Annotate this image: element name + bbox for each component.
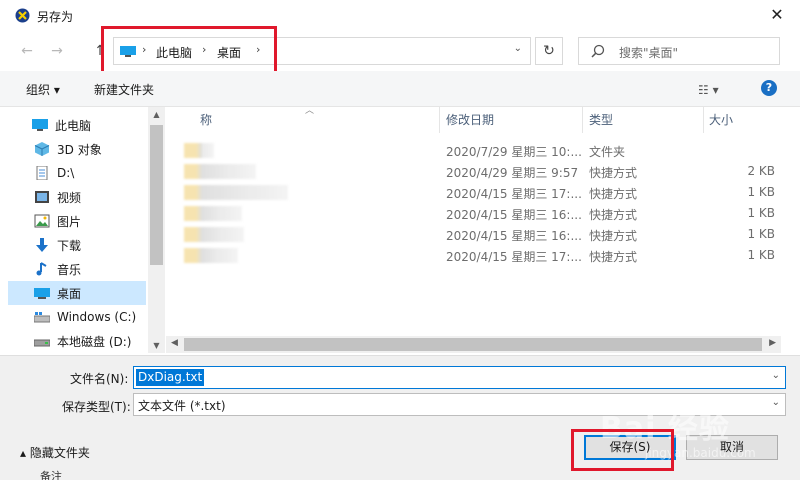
drive-icon bbox=[34, 339, 50, 347]
horizontal-scrollbar[interactable]: ◀ ▶ bbox=[166, 336, 781, 353]
back-button[interactable]: ← bbox=[17, 41, 37, 61]
file-row[interactable]: 2020/7/29 星期三 10:... 文件夹 bbox=[166, 140, 781, 161]
download-icon bbox=[36, 238, 48, 252]
column-divider[interactable] bbox=[439, 107, 440, 133]
file-row[interactable]: 2020/4/15 星期三 17:... 快捷方式 1 KB bbox=[166, 182, 781, 203]
footer-label: 备注 bbox=[40, 470, 62, 480]
scrollbar-thumb[interactable] bbox=[184, 338, 762, 351]
chevron-up-icon: ▴ bbox=[20, 446, 27, 460]
column-header-name[interactable]: 称 bbox=[200, 111, 212, 128]
sort-ascending-icon: ︿ bbox=[305, 106, 315, 116]
view-options-icon[interactable]: ☷ ▾ bbox=[698, 83, 719, 97]
file-list-scrollbar[interactable] bbox=[781, 107, 800, 337]
chevron-down-icon[interactable]: ⌄ bbox=[772, 370, 780, 381]
help-icon[interactable]: ? bbox=[761, 80, 777, 96]
column-divider[interactable] bbox=[703, 107, 704, 133]
search-input[interactable]: 搜索"桌面" bbox=[578, 37, 780, 65]
sidebar-item-3d-objects[interactable]: 3D 对象 bbox=[8, 137, 146, 161]
search-icon bbox=[591, 44, 605, 58]
scroll-up-icon[interactable]: ▲ bbox=[148, 110, 165, 119]
sidebar-item-d-drive[interactable]: D:\ bbox=[8, 161, 146, 185]
sidebar-item-this-pc[interactable]: 此电脑 bbox=[8, 113, 146, 137]
search-placeholder: 搜索"桌面" bbox=[619, 46, 679, 60]
column-divider[interactable] bbox=[582, 107, 583, 133]
sidebar-item-videos[interactable]: 视频 bbox=[8, 185, 146, 209]
hide-folders-toggle[interactable]: ▴ 隐藏文件夹 bbox=[20, 444, 90, 461]
file-row[interactable]: 2020/4/15 星期三 17:... 快捷方式 1 KB bbox=[166, 245, 781, 266]
file-row[interactable]: 2020/4/15 星期三 16:... 快捷方式 1 KB bbox=[166, 224, 781, 245]
navigation-pane: 此电脑 3D 对象 D:\ 视频 图片 下载 音乐 桌面 Windows (C:… bbox=[8, 107, 150, 353]
drive-icon bbox=[34, 312, 50, 323]
scrollbar-thumb[interactable] bbox=[150, 125, 163, 265]
new-folder-button[interactable]: 新建文件夹 bbox=[94, 81, 154, 98]
blurred-file-name bbox=[184, 185, 288, 200]
annotation-highlight-box bbox=[101, 26, 277, 74]
sidebar-item-c-drive[interactable]: Windows (C:) bbox=[8, 305, 146, 329]
organize-menu[interactable]: 组织 ▾ bbox=[26, 81, 60, 98]
toolbar: 组织 ▾ 新建文件夹 ☷ ▾ ? bbox=[0, 71, 800, 107]
sidebar-item-music[interactable]: 音乐 bbox=[8, 257, 146, 281]
file-row[interactable]: 2020/4/15 星期三 16:... 快捷方式 1 KB bbox=[166, 203, 781, 224]
music-icon bbox=[36, 262, 47, 276]
column-header-modified[interactable]: 修改日期 bbox=[446, 111, 494, 128]
document-icon bbox=[36, 166, 48, 180]
file-list: ︿ 称 修改日期 类型 大小 2020/7/29 星期三 10:... 文件夹 … bbox=[166, 106, 781, 337]
blurred-file-name bbox=[184, 143, 214, 158]
chevron-down-icon[interactable]: ⌄ bbox=[772, 397, 780, 408]
column-header-type[interactable]: 类型 bbox=[589, 111, 613, 128]
forward-button[interactable]: → bbox=[47, 41, 67, 61]
blurred-file-name bbox=[184, 227, 244, 242]
filetype-label: 保存类型(T): bbox=[62, 400, 131, 414]
app-icon bbox=[15, 8, 30, 23]
sidebar-item-d-local-disk[interactable]: 本地磁盘 (D:) bbox=[8, 329, 146, 353]
sidebar-item-pictures[interactable]: 图片 bbox=[8, 209, 146, 233]
file-row[interactable]: 2020/4/29 星期三 9:57 快捷方式 2 KB bbox=[166, 161, 781, 182]
close-button[interactable]: ✕ bbox=[765, 4, 789, 26]
filename-label: 文件名(N): bbox=[70, 372, 129, 386]
column-header-size[interactable]: 大小 bbox=[709, 111, 733, 128]
filename-value: DxDiag.txt bbox=[136, 369, 205, 386]
chevron-down-icon[interactable]: ⌄ bbox=[514, 43, 522, 54]
pc-icon bbox=[32, 119, 48, 131]
scroll-right-icon[interactable]: ▶ bbox=[769, 338, 776, 348]
sidebar-item-downloads[interactable]: 下载 bbox=[8, 233, 146, 257]
picture-icon bbox=[34, 214, 50, 228]
save-form: 文件名(N): DxDiag.txt ⌄ 保存类型(T): 文本文件 (*.tx… bbox=[0, 355, 800, 480]
scroll-left-icon[interactable]: ◀ bbox=[171, 338, 178, 348]
blurred-file-name bbox=[184, 164, 256, 179]
refresh-button[interactable]: ↻ bbox=[535, 37, 563, 65]
window-title: 另存为 bbox=[37, 10, 74, 24]
desktop-icon bbox=[34, 288, 50, 299]
sidebar-scrollbar[interactable]: ▲ ▼ bbox=[148, 107, 165, 353]
annotation-highlight-box bbox=[571, 429, 674, 471]
filename-field[interactable]: DxDiag.txt ⌄ bbox=[133, 366, 786, 389]
cube-icon bbox=[34, 142, 50, 156]
sidebar-item-desktop[interactable]: 桌面 bbox=[8, 281, 146, 305]
blurred-file-name bbox=[184, 206, 242, 221]
blurred-file-name bbox=[184, 248, 238, 263]
scroll-down-icon[interactable]: ▼ bbox=[148, 341, 165, 350]
video-icon bbox=[35, 191, 49, 203]
